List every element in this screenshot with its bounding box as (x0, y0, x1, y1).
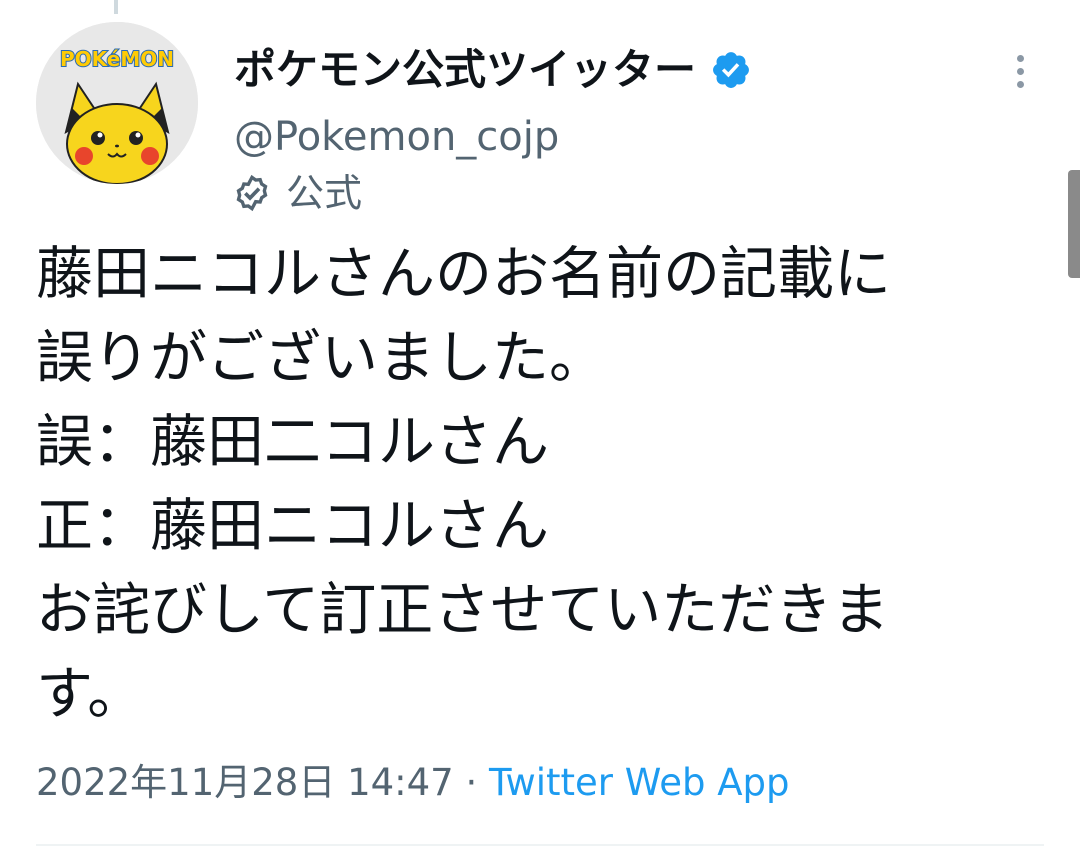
official-label-icon (236, 174, 268, 212)
display-name[interactable]: ポケモン公式ツイッター (234, 44, 696, 96)
display-name-row[interactable]: ポケモン公式ツイッター (234, 44, 752, 96)
tweet-timestamp[interactable]: 2022年11月28日 14:47 (36, 761, 454, 804)
thread-connector-line (114, 0, 118, 14)
tweet-text: 藤田ニコルさんのお名前の記載に 誤りがございました。 誤：藤田二コルさん 正：藤… (36, 232, 1046, 736)
more-dot (1016, 54, 1024, 62)
tweet-line: お詫びして訂正させていただきま (36, 577, 890, 643)
tweet-meta: 2022年11月28日 14:47 · Twitter Web App (36, 756, 790, 810)
tweet-line: 正：藤田ニコルさん (36, 493, 549, 559)
more-dot (1016, 67, 1024, 75)
official-label: 公式 (286, 171, 363, 215)
more-options-icon[interactable] (1000, 46, 1040, 96)
meta-separator: · (453, 761, 490, 804)
more-dot (1016, 80, 1024, 88)
tweet-source-link[interactable]: Twitter Web App (489, 761, 789, 804)
tweet-line: す。 (36, 661, 145, 727)
tweet-line: 誤りがございました。 (36, 325, 606, 391)
scrollbar-thumb[interactable] (1068, 170, 1080, 278)
user-handle[interactable]: @Pokemon_cojp (234, 112, 559, 162)
tweet-line: 誤：藤田二コルさん (36, 409, 549, 475)
pokemon-logo-text: POKéMON (60, 47, 174, 71)
divider (36, 844, 1044, 846)
pikachu-avatar-image: POKéMON (36, 22, 198, 184)
tweet-line: 藤田ニコルさんのお名前の記載に (36, 241, 891, 307)
official-label-row: 公式 (232, 168, 362, 218)
avatar[interactable]: POKéMON (36, 22, 198, 184)
verified-badge-icon (713, 52, 749, 88)
